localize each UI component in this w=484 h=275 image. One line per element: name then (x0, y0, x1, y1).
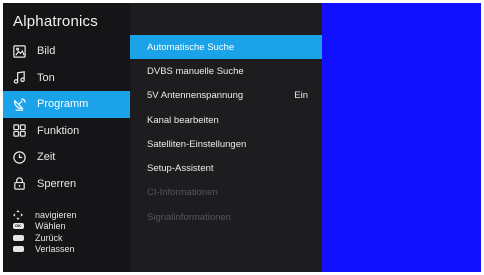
submenu-item-label: Setup-Assistent (147, 163, 214, 175)
submenu-item-automatische-suche[interactable]: Automatische Suche (130, 35, 322, 60)
submenu-item-signalinformationen: Signalinformationen (130, 205, 322, 229)
legend-row-navigate: navigieren (9, 209, 77, 221)
submenu-item-label: Kanal bearbeiten (147, 114, 219, 126)
legend-row-exit: Verlassen (9, 244, 77, 256)
menu-item-label: Zeit (37, 151, 56, 164)
menu-item-ton[interactable]: Ton (3, 65, 130, 92)
legend-row-select: OK Wählen (9, 221, 77, 233)
submenu-list: Automatische Suche DVBS manuelle Suche 5… (130, 35, 322, 229)
exit-key-icon (11, 245, 25, 253)
antennenspannung-value: Ein (294, 90, 308, 102)
legend-label: navigieren (35, 209, 77, 220)
submenu-item-satelliten-einstellungen[interactable]: Satelliten-Einstellungen (130, 132, 322, 156)
picture-icon (11, 43, 27, 59)
back-key-icon (11, 234, 25, 242)
submenu-item-label: Satelliten-Einstellungen (147, 138, 247, 150)
menu-item-label: Ton (37, 71, 55, 84)
legend-label: Zurück (35, 232, 63, 243)
tv-screen: Alphatronics Bild Ton Programm Funktion … (3, 3, 481, 272)
submenu-item-kanal-bearbeiten[interactable]: Kanal bearbeiten (130, 108, 322, 132)
legend-label: Verlassen (35, 244, 75, 255)
lock-icon (11, 176, 27, 192)
submenu-item-label: CI-Informationen (147, 187, 218, 199)
submenu-item-dvbs-manuelle-suche[interactable]: DVBS manuelle Suche (130, 59, 322, 83)
submenu-item-setup-assistent[interactable]: Setup-Assistent (130, 156, 322, 180)
program-submenu: Automatische Suche DVBS manuelle Suche 5… (130, 3, 322, 272)
submenu-item-antennenspannung[interactable]: 5V Antennenspannung Ein (130, 84, 322, 108)
submenu-item-label: Automatische Suche (147, 41, 235, 53)
main-menu-sidebar: Alphatronics Bild Ton Programm Funktion … (3, 3, 130, 272)
brand-title: Alphatronics (13, 13, 98, 30)
menu-item-label: Sperren (37, 177, 77, 190)
submenu-item-label: DVBS manuelle Suche (147, 65, 244, 77)
menu-item-zeit[interactable]: Zeit (3, 144, 130, 171)
legend-row-back: Zurück (9, 232, 77, 244)
clock-icon (11, 149, 27, 165)
menu-item-funktion[interactable]: Funktion (3, 118, 130, 145)
menu-item-sperren[interactable]: Sperren (3, 171, 130, 198)
grid-icon (11, 123, 27, 139)
menu-item-label: Programm (37, 98, 89, 111)
key-legend: navigieren OK Wählen Zurück Verlassen (9, 209, 77, 255)
dpad-icon (11, 209, 25, 220)
tv-preview-window (322, 3, 481, 272)
legend-label: Wählen (35, 221, 66, 232)
music-note-icon (11, 70, 27, 86)
main-menu: Bild Ton Programm Funktion Zeit Sperren (3, 38, 130, 197)
ok-key-icon: OK (11, 222, 25, 230)
menu-item-label: Bild (37, 45, 56, 58)
submenu-item-label: Signalinformationen (147, 211, 231, 223)
menu-item-programm[interactable]: Programm (3, 91, 130, 118)
submenu-item-label: 5V Antennenspannung (147, 90, 244, 102)
satellite-dish-icon (11, 96, 27, 112)
menu-item-label: Funktion (37, 124, 80, 137)
submenu-item-ci-informationen: CI-Informationen (130, 181, 322, 205)
menu-item-bild[interactable]: Bild (3, 38, 130, 65)
